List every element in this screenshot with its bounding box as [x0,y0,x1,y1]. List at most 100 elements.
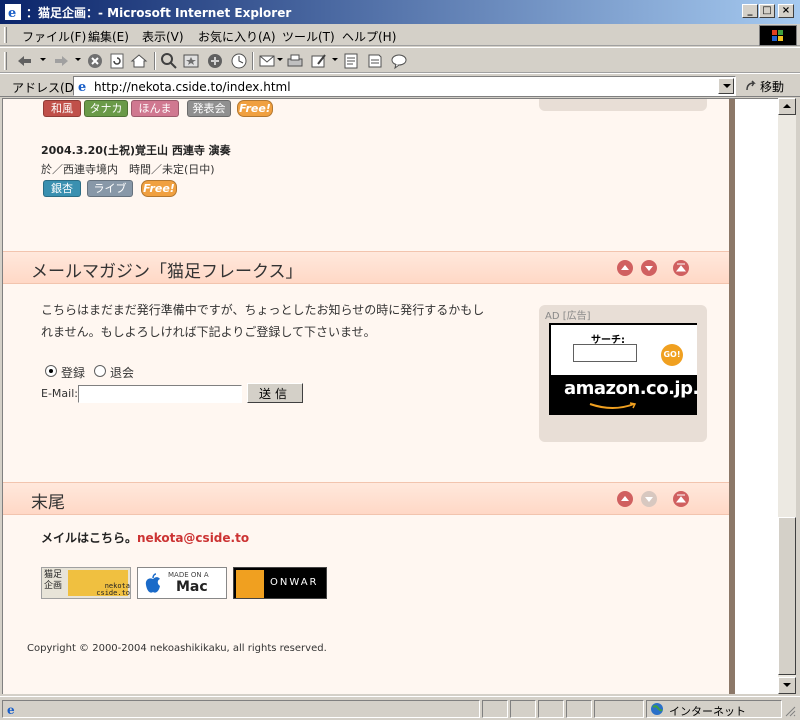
radio-subscribe-label: 登録 [61,366,86,380]
site-badge-line1: 猫足 [44,570,63,580]
discuss-icon[interactable] [342,52,360,70]
toolbar-grip [4,52,7,70]
move-down-disabled-icon [641,491,657,507]
research-icon[interactable] [366,52,384,70]
windows-logo-icon [759,25,797,46]
tag-ginnan: 銀杏 [43,180,81,197]
menu-edit[interactable]: 編集(E) [88,28,129,45]
menu-bar: ファイル(F) 編集(E) 表示(V) お気に入り(A) ツール(T) ヘルプ(… [0,24,800,46]
globe-icon [651,703,663,715]
tag-free: Free! [141,180,177,197]
status-panel-6 [594,700,644,718]
mac-badge-line1: MADE ON A [168,571,209,579]
scroll-up-button[interactable] [778,98,796,115]
site-badge[interactable]: 猫足 企画 nekota cside.to [41,567,131,599]
standard-toolbar [0,47,800,73]
email-field[interactable] [78,385,242,403]
move-up-icon[interactable] [617,260,633,276]
maximize-button[interactable]: □ [759,4,775,18]
onwar-badge[interactable]: ONWAR [233,567,327,599]
refresh-icon[interactable] [108,52,126,70]
back-dropdown-icon[interactable] [40,58,46,61]
amazon-go-button[interactable]: GO! [661,344,683,366]
move-down-icon[interactable] [641,260,657,276]
media-icon[interactable] [206,52,224,70]
tag-wafuu: 和風 [43,100,81,117]
favorites-icon[interactable] [182,52,200,70]
mail-prefix: メイルはこちら。 [41,531,138,545]
page-icon: e [78,80,86,94]
page-right-margin [735,99,778,694]
print-icon[interactable] [286,52,304,70]
radio-unsubscribe[interactable] [94,365,106,377]
tag-tanaka: タナカ [84,100,128,117]
edit-icon[interactable] [310,52,328,70]
mail-line: メイルはこちら。nekota@cside.to [41,529,249,546]
mail-link[interactable]: nekota@cside.to [137,531,249,545]
move-up-icon[interactable] [617,491,633,507]
go-label: 移動 [760,80,785,94]
svg-text:e: e [7,703,15,716]
section-title-footer: 末尾 [31,493,65,513]
section-header-mailmag: メールマガジン「猫足フレークス」 [3,251,729,284]
tag-honma: ほんま [131,100,179,117]
scroll-down-button[interactable] [778,677,796,694]
edit-dropdown-icon[interactable] [332,58,338,61]
go-arrow-icon [746,80,756,91]
status-panel-main: e [2,700,480,718]
close-button[interactable]: × [778,4,794,18]
address-dropdown-button[interactable] [718,78,734,94]
minimize-button[interactable]: _ [742,4,758,18]
status-bar: e インターネット [0,696,800,720]
site-badge-text: 猫足 企画 [44,570,62,592]
section-header-footer: 末尾 [3,482,729,515]
site-badge-domain: nekota cside.to [96,582,130,597]
vertical-scrollbar[interactable] [778,98,796,694]
forward-dropdown-icon[interactable] [75,58,81,61]
home-icon[interactable] [130,52,148,70]
forward-icon[interactable] [52,52,70,70]
status-zone-panel: インターネット [646,700,782,718]
submit-button[interactable]: 送信 [247,383,303,403]
menu-file[interactable]: ファイル(F) [22,28,86,45]
back-icon[interactable] [16,52,34,70]
page-body: 和風 タナカ ほんま 発表会 Free! 2004.3.20(土祝)覚王山 西連… [3,99,729,694]
mail-icon[interactable] [258,52,276,70]
side-box-remnant [539,99,707,111]
apple-logo-icon [145,573,160,593]
amazon-logo[interactable]: amazon.co.jp. [564,378,699,399]
status-panel-5 [566,700,592,718]
go-button[interactable]: 移動 [744,78,784,95]
search-icon[interactable] [160,52,178,70]
mail-dropdown-icon[interactable] [277,58,283,61]
window-title-bar[interactable]: e ：猫足企画：- Microsoft Internet Explorer _ … [0,0,800,24]
status-panel-3 [510,700,536,718]
scroll-thumb[interactable] [778,517,796,675]
menu-help[interactable]: ヘルプ(H) [342,28,396,45]
event-detail: 於／西連寺境内 時間／未定(日中) [41,163,215,176]
amazon-search-input[interactable] [573,344,637,362]
menu-grip [4,27,7,43]
mailmag-body-line2: れません。もしよろしければ下記よりご登録して下さいませ。 [41,325,376,339]
svg-text:e: e [8,6,16,20]
page-top-icon[interactable] [673,491,689,507]
ad-box: AD [広告] サーチ: GO! amazon.co.jp. [539,305,707,442]
messenger-icon[interactable] [390,52,408,70]
status-zone-text: インターネット [669,705,746,718]
tag-live: ライブ [87,180,133,197]
page-top-icon[interactable] [673,260,689,276]
address-input[interactable]: e http://nekota.cside.to/index.html [73,76,736,96]
resize-grip-icon[interactable] [784,705,796,717]
amazon-search-widget: サーチ: GO! amazon.co.jp. [549,323,699,415]
menu-tools[interactable]: ツール(T) [282,28,335,45]
made-on-mac-badge[interactable]: MADE ON A Mac [137,567,227,599]
ie-icon: e [5,4,21,20]
history-icon[interactable] [230,52,248,70]
stop-icon[interactable] [86,52,104,70]
ad-label: AD [広告] [545,311,591,322]
menu-view[interactable]: 表示(V) [142,28,184,45]
onwar-logo-icon [236,570,264,598]
amazon-search-panel: サーチ: GO! [551,325,697,375]
menu-favorites[interactable]: お気に入り(A) [198,28,276,45]
radio-subscribe[interactable] [45,365,57,377]
